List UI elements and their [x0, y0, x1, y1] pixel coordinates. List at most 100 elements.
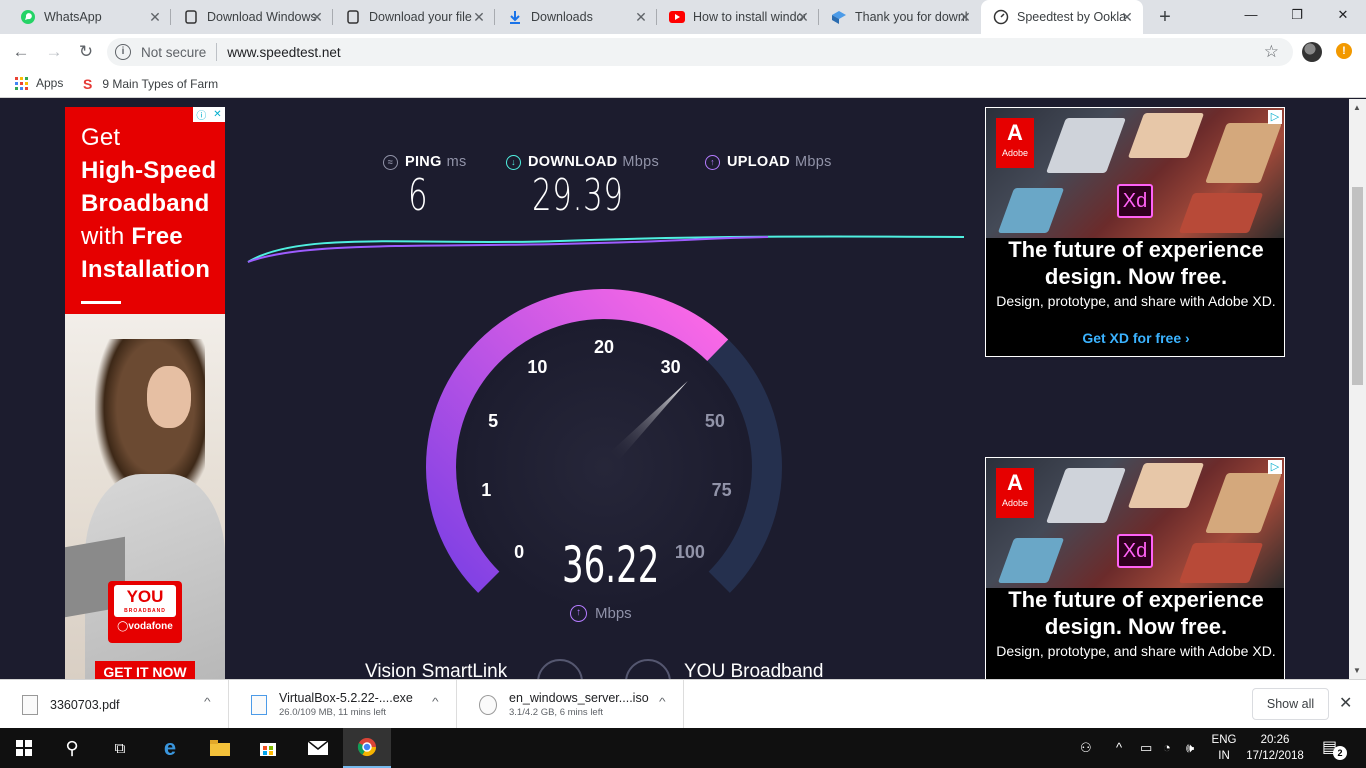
gauge-tick-label: 30 [660, 357, 681, 378]
download-graph-line [247, 235, 965, 263]
info-icon: ⓘ [196, 111, 207, 122]
update-alert-icon[interactable]: ! [1336, 43, 1352, 59]
scroll-up-icon[interactable]: ▲ [1353, 103, 1361, 112]
bookmark-star-icon[interactable]: ☆ [1264, 42, 1279, 62]
tab-label: WhatsApp [44, 10, 102, 24]
page-icon [183, 9, 199, 25]
upload-graph-line [247, 236, 769, 263]
close-window-button[interactable]: ✕ [1320, 0, 1366, 30]
info-icon[interactable]: i [115, 44, 131, 60]
tab-label: Speedtest by Ookla [1017, 10, 1127, 24]
action-center-icon[interactable]: ▤ 2 [1322, 737, 1347, 760]
close-tab-icon[interactable]: ✕ [147, 9, 163, 25]
gauge-tick-label: 50 [704, 411, 725, 432]
tab-virtualbox[interactable]: Thank you for downloading ✕ [819, 0, 981, 34]
close-tab-icon[interactable]: ✕ [633, 9, 649, 25]
windows-start-icon[interactable] [0, 728, 48, 768]
restore-button[interactable]: ❐ [1274, 0, 1320, 30]
download-filename: VirtualBox-5.2.22-....exe [279, 691, 413, 705]
search-icon[interactable]: ⚲ [48, 728, 96, 768]
tab-label: Download Windows [207, 10, 317, 24]
clock-time: 20:26 [1260, 734, 1290, 746]
current-speed-unit: ↑ Mbps [570, 605, 632, 622]
language-indicator[interactable]: ENG IN [1209, 732, 1239, 764]
tab-label: Thank you for downloading [855, 10, 967, 24]
download-icon [507, 9, 523, 25]
download-item[interactable]: en_windows_server....iso 3.1/4.2 GB, 6 mi… [457, 680, 684, 729]
minimize-button[interactable]: — [1228, 0, 1274, 30]
bookmark-label: Apps [36, 76, 64, 90]
tab-download-file[interactable]: Download your file ✕ [333, 0, 495, 34]
ad-choices-badge[interactable]: ⓘ ✕ [193, 107, 225, 122]
tab-download-windows[interactable]: Download Windows ✕ [171, 0, 333, 34]
pdf-file-icon [22, 694, 38, 715]
close-tab-icon[interactable]: ✕ [309, 9, 325, 25]
tab-downloads[interactable]: Downloads ✕ [495, 0, 657, 34]
tab-strip: WhatsApp ✕ Download Windows ✕ Download y… [0, 0, 1366, 34]
scroll-thumb[interactable] [1352, 187, 1363, 385]
reload-button[interactable]: ↻ [74, 40, 98, 64]
file-explorer-icon[interactable] [196, 728, 244, 768]
close-icon[interactable]: ✕ [1339, 693, 1352, 713]
browser-toolbar: ← → ↻ i Not secure www.speedtest.net ☆ [0, 34, 1366, 70]
close-tab-icon[interactable]: ✕ [471, 9, 487, 25]
bookmark-apps[interactable]: Apps [15, 76, 63, 90]
back-button[interactable]: ← [9, 40, 33, 64]
battery-icon[interactable]: ▭ [1140, 740, 1152, 756]
chevron-up-icon[interactable]: ^ [432, 697, 439, 708]
new-tab-button[interactable]: + [1154, 6, 1176, 28]
download-item[interactable]: VirtualBox-5.2.22-....exe 26.0/109 MB, 11… [229, 680, 457, 729]
vertical-scrollbar[interactable]: ▲ ▼ [1349, 99, 1366, 679]
gauge-tick-label: 100 [674, 541, 705, 562]
region-code: IN [1218, 750, 1230, 762]
task-view-icon[interactable]: ⧉ [96, 728, 144, 768]
clock-date: 17/12/2018 [1246, 750, 1304, 762]
download-item[interactable]: 3360703.pdf ^ [0, 680, 229, 729]
show-all-button[interactable]: Show all [1252, 688, 1329, 720]
forward-button[interactable]: → [42, 40, 66, 64]
download-filename: 3360703.pdf [50, 697, 120, 712]
tab-label: Downloads [531, 10, 593, 24]
bookmark-label: 9 Main Types of Farm [102, 77, 219, 91]
security-status: Not secure [141, 44, 207, 60]
tab-whatsapp[interactable]: WhatsApp ✕ [8, 0, 171, 34]
close-tab-icon[interactable]: ✕ [795, 9, 811, 25]
omnibox-divider [216, 43, 218, 61]
chevron-up-icon[interactable]: ^ [659, 697, 666, 708]
mail-icon[interactable] [294, 728, 342, 768]
exe-file-icon [251, 694, 267, 715]
apps-grid-icon [15, 76, 28, 90]
language-code: ENG [1211, 734, 1237, 746]
tab-youtube[interactable]: How to install windows ✕ [657, 0, 819, 34]
current-speed-value: 36.22 [562, 536, 660, 594]
people-icon[interactable]: ⚇ [1080, 740, 1092, 756]
profile-avatar[interactable] [1302, 42, 1322, 62]
speed-unit-label: Mbps [595, 605, 632, 622]
tab-label: Download your file [369, 10, 472, 24]
gauge-tick-label: 5 [488, 411, 499, 432]
edge-icon[interactable]: e [146, 728, 194, 768]
scroll-down-icon[interactable]: ▼ [1353, 666, 1361, 675]
tab-label: How to install windows [693, 10, 805, 24]
wifi-icon[interactable]: ◔ [1163, 740, 1171, 755]
upload-arrow-icon: ↑ [570, 605, 587, 622]
system-clock[interactable]: 20:26 17/12/2018 [1244, 732, 1306, 764]
virtualbox-icon [831, 9, 847, 25]
store-icon[interactable] [244, 728, 292, 768]
iso-disc-icon [479, 694, 497, 715]
gauge-tick-label: 1 [481, 480, 492, 501]
chrome-icon[interactable] [343, 728, 391, 768]
gauge-tick-label: 0 [514, 541, 525, 562]
chevron-up-icon[interactable]: ^ [1116, 740, 1122, 755]
bookmark-farm[interactable]: S 9 Main Types of Farm [83, 76, 218, 92]
tab-speedtest[interactable]: Speedtest by Ookla ✕ [981, 0, 1143, 34]
address-bar[interactable]: i Not secure www.speedtest.net ☆ [107, 38, 1293, 66]
page-icon [345, 9, 361, 25]
speedtest-icon [993, 9, 1009, 25]
volume-icon[interactable]: 🕪 [1186, 740, 1194, 756]
chevron-up-icon[interactable]: ^ [204, 697, 211, 708]
close-tab-icon[interactable]: ✕ [1119, 9, 1135, 25]
download-status: 26.0/109 MB, 11 mins left [279, 707, 387, 718]
bookmarks-bar: Apps S 9 Main Types of Farm [0, 70, 1366, 98]
close-tab-icon[interactable]: ✕ [957, 9, 973, 25]
